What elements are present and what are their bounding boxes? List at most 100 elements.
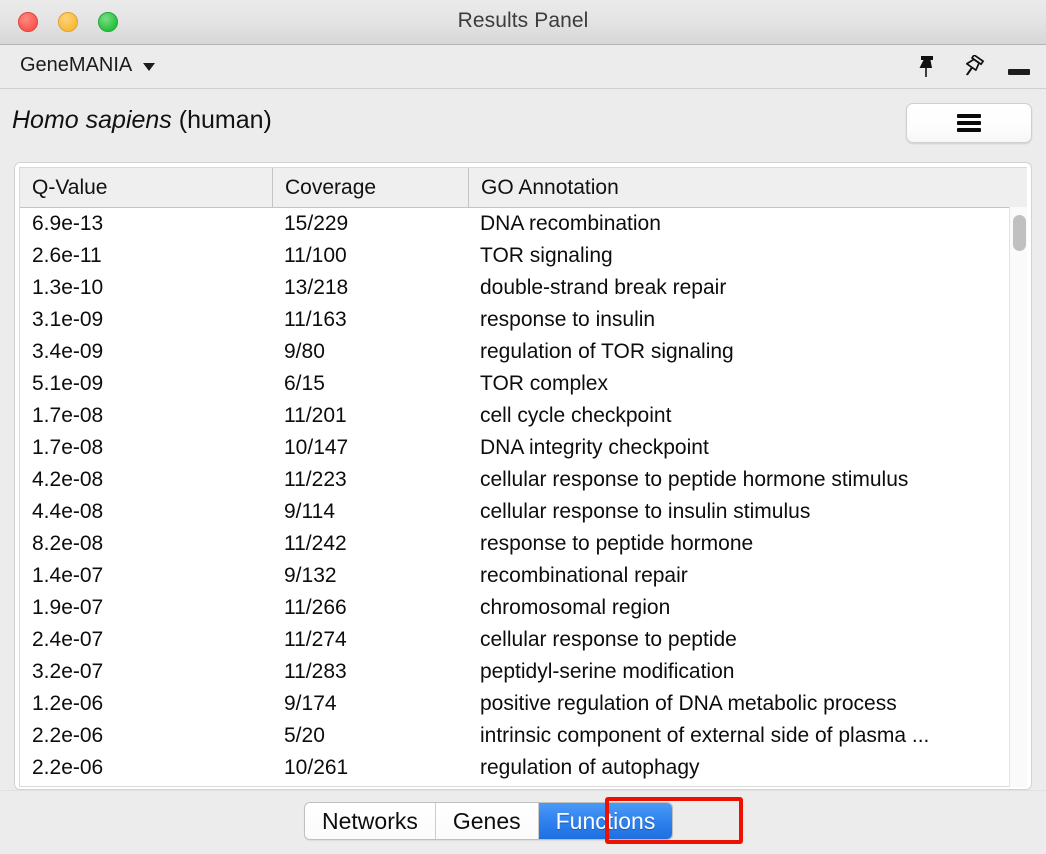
column-header-coverage[interactable]: Coverage	[272, 168, 468, 207]
vertical-scrollbar[interactable]	[1009, 207, 1027, 787]
functions-table: Q-Value Coverage GO Annotation 6.9e-1315…	[19, 167, 1027, 787]
cell-qvalue: 3.2e-07	[20, 656, 272, 688]
minimize-icon[interactable]	[1006, 54, 1032, 80]
pin-filled-icon[interactable]	[914, 54, 940, 80]
cell-qvalue: 3.4e-09	[20, 336, 272, 368]
table-row[interactable]: 2.4e-0711/274cellular response to peptid…	[20, 624, 1027, 656]
functions-table-panel: Q-Value Coverage GO Annotation 6.9e-1315…	[14, 162, 1032, 790]
organism-scientific-name: Homo sapiens	[12, 106, 172, 134]
cell-coverage: 6/15	[272, 368, 468, 400]
table-row[interactable]: 4.2e-0811/223cellular response to peptid…	[20, 464, 1027, 496]
cell-qvalue: 1.9e-07	[20, 592, 272, 624]
cell-annotation: positive regulation of DNA metabolic pro…	[468, 688, 1026, 720]
cell-qvalue: 5.1e-09	[20, 368, 272, 400]
app-selector-dropdown[interactable]: GeneMANIA	[20, 54, 155, 77]
cell-qvalue: 1.2e-06	[20, 688, 272, 720]
tab-functions[interactable]: Functions	[539, 803, 673, 839]
table-row[interactable]: 6.9e-1315/229DNA recombination	[20, 208, 1027, 240]
cell-coverage: 9/114	[272, 496, 468, 528]
cell-coverage: 13/218	[272, 272, 468, 304]
cell-annotation: cell cycle checkpoint	[468, 400, 1026, 432]
column-header-qvalue[interactable]: Q-Value	[20, 168, 272, 207]
table-header-row: Q-Value Coverage GO Annotation	[20, 168, 1027, 208]
cell-coverage: 15/229	[272, 208, 468, 240]
table-row[interactable]: 5.1e-096/15TOR complex	[20, 368, 1027, 400]
cell-annotation: intrinsic component of external side of …	[468, 720, 1026, 752]
cell-annotation: DNA integrity checkpoint	[468, 432, 1026, 464]
table-row[interactable]: 1.4e-079/132recombinational repair	[20, 560, 1027, 592]
cell-qvalue: 2.6e-11	[20, 240, 272, 272]
cell-coverage: 10/261	[272, 752, 468, 784]
cell-annotation: cellular response to insulin stimulus	[468, 496, 1026, 528]
app-selector-label: GeneMANIA	[20, 54, 132, 77]
scrollbar-thumb[interactable]	[1013, 215, 1026, 251]
cell-annotation: DNA recombination	[468, 208, 1026, 240]
cell-qvalue: 1.4e-07	[20, 560, 272, 592]
cell-annotation: cellular response to peptide	[468, 624, 1026, 656]
table-row[interactable]: 1.7e-0811/201cell cycle checkpoint	[20, 400, 1027, 432]
table-row[interactable]: 3.1e-0911/163response to insulin	[20, 304, 1027, 336]
bottom-tab-bar: NetworksGenesFunctions	[0, 790, 1046, 854]
cell-annotation: response to peptide hormone	[468, 528, 1026, 560]
cell-coverage: 11/201	[272, 400, 468, 432]
window-title: Results Panel	[0, 9, 1046, 33]
table-row[interactable]: 1.3e-1013/218double-strand break repair	[20, 272, 1027, 304]
table-row[interactable]: 8.2e-0811/242response to peptide hormone	[20, 528, 1027, 560]
cell-qvalue: 2.2e-06	[20, 752, 272, 784]
cell-coverage: 11/223	[272, 464, 468, 496]
cell-qvalue: 4.2e-08	[20, 464, 272, 496]
cell-coverage: 11/163	[272, 304, 468, 336]
table-row[interactable]: 1.7e-0810/147DNA integrity checkpoint	[20, 432, 1027, 464]
cell-annotation: cellular response to peptide hormone sti…	[468, 464, 1026, 496]
cell-qvalue: 8.2e-08	[20, 528, 272, 560]
cell-annotation: regulation of autophagy	[468, 752, 1026, 784]
cell-coverage: 11/274	[272, 624, 468, 656]
cell-annotation: response to insulin	[468, 304, 1026, 336]
organism-title: Homo sapiens (human)	[12, 106, 272, 135]
cell-qvalue: 1.3e-10	[20, 272, 272, 304]
tab-networks[interactable]: Networks	[305, 803, 436, 839]
hamburger-menu-icon	[957, 114, 981, 132]
cell-annotation: TOR signaling	[468, 240, 1026, 272]
cell-qvalue: 2.4e-07	[20, 624, 272, 656]
cell-qvalue: 4.4e-08	[20, 496, 272, 528]
cell-qvalue: 2.2e-06	[20, 720, 272, 752]
cell-qvalue: 3.1e-09	[20, 304, 272, 336]
table-row[interactable]: 4.4e-089/114cellular response to insulin…	[20, 496, 1027, 528]
table-row[interactable]: 2.2e-0610/261regulation of autophagy	[20, 752, 1027, 784]
cell-annotation: recombinational repair	[468, 560, 1026, 592]
cell-qvalue: 1.7e-08	[20, 400, 272, 432]
table-row[interactable]: 2.6e-1111/100TOR signaling	[20, 240, 1027, 272]
table-row[interactable]: 2.2e-065/20intrinsic component of extern…	[20, 720, 1027, 752]
cell-coverage: 11/266	[272, 592, 468, 624]
cell-coverage: 9/80	[272, 336, 468, 368]
organism-common-name: (human)	[172, 106, 272, 134]
table-body: 6.9e-1315/229DNA recombination2.6e-1111/…	[20, 208, 1027, 787]
options-menu-button[interactable]	[906, 103, 1032, 143]
cell-coverage: 11/242	[272, 528, 468, 560]
tab-genes[interactable]: Genes	[436, 803, 539, 839]
cell-annotation: TOR complex	[468, 368, 1026, 400]
title-bar: Results Panel	[0, 0, 1046, 45]
pin-outline-icon[interactable]	[960, 54, 986, 80]
toolbar-icon-group	[914, 45, 1032, 89]
table-row[interactable]: 3.2e-0711/283peptidyl-serine modificatio…	[20, 656, 1027, 688]
table-row[interactable]: 3.4e-099/80regulation of TOR signaling	[20, 336, 1027, 368]
column-header-go-annotation[interactable]: GO Annotation	[468, 168, 1026, 207]
cell-annotation: peptidyl-serine modification	[468, 656, 1026, 688]
cell-coverage: 11/100	[272, 240, 468, 272]
panel-toolbar: GeneMANIA	[0, 45, 1046, 89]
cell-coverage: 9/132	[272, 560, 468, 592]
cell-annotation: chromosomal region	[468, 592, 1026, 624]
organism-header: Homo sapiens (human)	[0, 89, 1046, 155]
cell-coverage: 10/147	[272, 432, 468, 464]
results-panel-window: Results Panel GeneMANIA	[0, 0, 1046, 854]
table-row[interactable]: 1.9e-0711/266chromosomal region	[20, 592, 1027, 624]
cell-coverage: 9/174	[272, 688, 468, 720]
cell-annotation: regulation of TOR signaling	[468, 336, 1026, 368]
cell-coverage: 11/283	[272, 656, 468, 688]
cell-qvalue: 1.7e-08	[20, 432, 272, 464]
table-row[interactable]: 1.2e-069/174positive regulation of DNA m…	[20, 688, 1027, 720]
cell-annotation: double-strand break repair	[468, 272, 1026, 304]
results-tab-group: NetworksGenesFunctions	[304, 802, 673, 840]
